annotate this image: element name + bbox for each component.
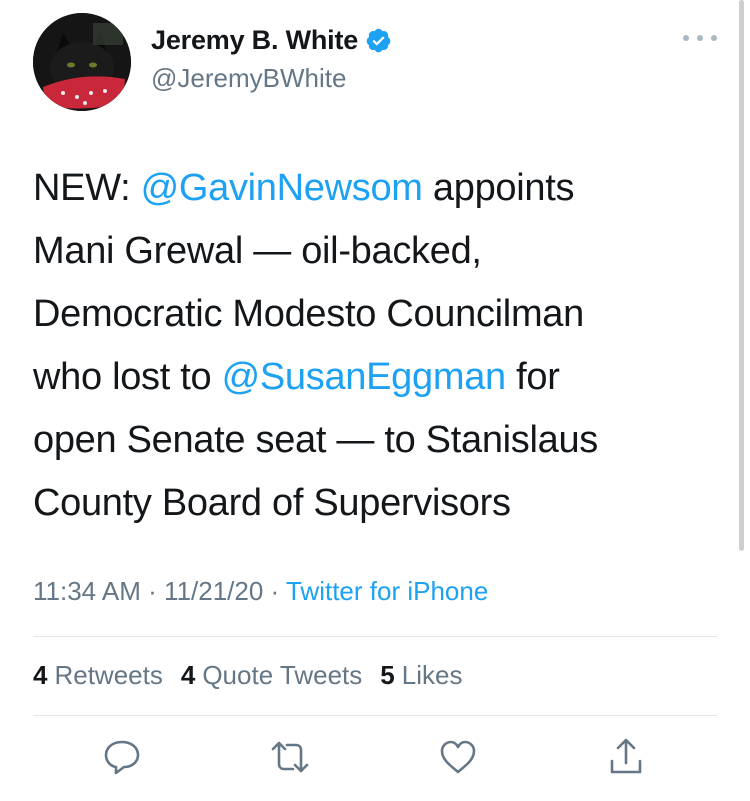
retweet-icon[interactable] [268, 735, 312, 779]
verified-badge-icon [366, 28, 391, 53]
divider [33, 715, 717, 716]
mention-link[interactable]: @SusanEggman [222, 356, 507, 398]
tweet-line: Mani Grewal — oil-backed, [33, 230, 482, 272]
tweet-date: 11/21/20 [164, 576, 264, 606]
scrollbar[interactable] [739, 0, 744, 551]
tweet-line: Democratic Modesto Councilman [33, 293, 584, 335]
quote-tweets-label: Quote Tweets [202, 660, 363, 690]
tweet-time: 11:34 AM [33, 576, 141, 606]
like-icon[interactable] [436, 735, 480, 779]
retweets-count: 4 [33, 660, 48, 690]
meta-separator: · [263, 576, 286, 606]
tweet-actions [0, 735, 750, 785]
more-dot [683, 35, 689, 41]
tweet-text-segment: appoints [422, 167, 575, 209]
tweet-text-segment: NEW: [33, 167, 141, 209]
likes-count: 5 [380, 660, 395, 690]
meta-separator: · [140, 576, 165, 606]
retweets-label: Retweets [54, 660, 163, 690]
tweet-stats: 4 Retweets 4 Quote Tweets 5 Likes [33, 660, 462, 691]
reply-icon[interactable] [100, 735, 144, 779]
mention-link[interactable]: @GavinNewsom [141, 167, 423, 209]
retweets-stat[interactable]: 4 Retweets [33, 660, 163, 691]
tweet-text-segment: for [505, 356, 560, 398]
more-dot [711, 35, 717, 41]
tweet-meta: 11:34 AM · 11/21/20 · Twitter for iPhone [33, 576, 488, 607]
tweet-line: NEW: @GavinNewsom appoints [33, 157, 723, 220]
quote-tweets-count: 4 [180, 660, 196, 690]
more-dot [697, 35, 703, 41]
cat-avatar-icon [33, 13, 131, 111]
tweet-source-link[interactable]: Twitter for iPhone [286, 576, 488, 606]
tweet-text: NEW: @GavinNewsom appoints Mani Grewal —… [33, 157, 723, 535]
divider [33, 636, 717, 637]
tweet-text-segment: who lost to [33, 356, 222, 398]
author-handle[interactable]: @JeremyBWhite [151, 63, 346, 94]
likes-stat[interactable]: 5 Likes [380, 660, 462, 691]
more-options-icon[interactable] [683, 30, 717, 46]
likes-label: Likes [401, 660, 463, 690]
tweet-line: open Senate seat — to Stanislaus [33, 419, 599, 461]
tweet-line: County Board of Supervisors [33, 482, 511, 524]
tweet-line: who lost to @SusanEggman for [33, 346, 723, 409]
author-name-row[interactable]: Jeremy B. White [151, 25, 392, 56]
avatar[interactable] [33, 13, 131, 111]
quote-tweets-stat[interactable]: 4 Quote Tweets [181, 660, 362, 691]
share-icon[interactable] [604, 735, 648, 779]
author-name[interactable]: Jeremy B. White [151, 25, 358, 56]
